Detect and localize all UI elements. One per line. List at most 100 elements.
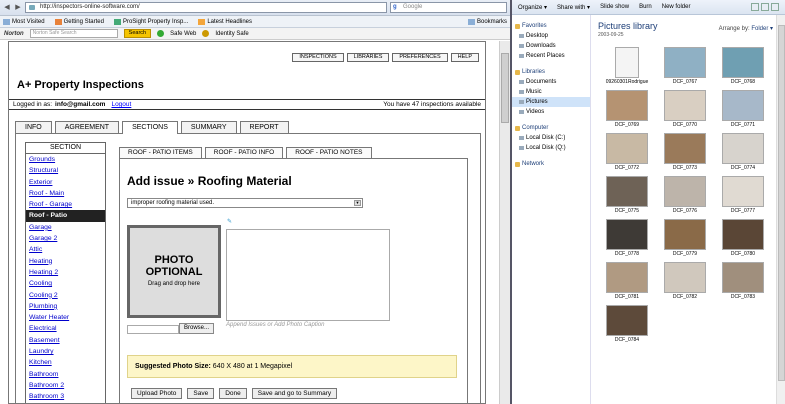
help-icon[interactable] <box>771 3 779 11</box>
tab-agreement[interactable]: AGREEMENT <box>54 121 120 133</box>
arrange-by-dropdown[interactable]: Folder ▾ <box>751 26 773 32</box>
nav-local-disk-q[interactable]: Local Disk (Q:) <box>512 143 590 153</box>
upload-photo-button[interactable]: Upload Photo <box>131 388 183 399</box>
file-path-input[interactable] <box>127 325 179 334</box>
tab-report[interactable]: REPORT <box>239 121 289 133</box>
file-thumbnail[interactable]: DCF_0782 <box>656 262 714 304</box>
save-button[interactable]: Save <box>187 388 215 399</box>
file-thumbnail[interactable]: DCF_0780 <box>714 219 772 261</box>
safe-web-button[interactable]: Safe Web <box>170 31 196 37</box>
sidebar-item-roof-patio[interactable]: Roof - Patio <box>26 210 105 222</box>
tab-summary[interactable]: SUMMARY <box>180 121 237 133</box>
caption-icon[interactable]: ✎ <box>227 219 234 225</box>
tab-roof-patio-items[interactable]: ROOF - PATIO ITEMS <box>119 147 202 158</box>
browse-button[interactable]: Browse... <box>179 323 214 334</box>
explorer-scrollbar[interactable] <box>776 15 785 404</box>
libraries-button[interactable]: LIBRARIES <box>346 53 390 62</box>
sidebar-item-roof-garage[interactable]: Roof - Garage <box>26 199 105 210</box>
nav-pictures[interactable]: Pictures <box>512 97 590 107</box>
file-thumbnail[interactable]: DCF_0768 <box>714 47 772 89</box>
sidebar-item-laundry[interactable]: Laundry <box>26 346 105 357</box>
sidebar-item-cooling[interactable]: Cooling <box>26 278 105 289</box>
bookmark-latest-headlines[interactable]: Latest Headlines <box>198 18 252 25</box>
nav-local-disk-c[interactable]: Local Disk (C:) <box>512 133 590 143</box>
sidebar-item-cooling-2[interactable]: Cooling 2 <box>26 290 105 301</box>
organize-button[interactable]: Organize ▾ <box>518 4 547 11</box>
burn-button[interactable]: Burn <box>639 4 652 10</box>
photo-drop-zone[interactable]: PHOTO OPTIONAL Drag and drop here <box>127 225 221 318</box>
nav-network[interactable]: Network <box>512 159 590 169</box>
tab-sections[interactable]: SECTIONS <box>122 121 178 134</box>
file-thumbnail[interactable]: DCF_0777 <box>714 176 772 218</box>
file-thumbnail[interactable]: DCF_0772 <box>598 133 656 175</box>
tab-info[interactable]: INFO <box>15 121 52 133</box>
sidebar-item-grounds[interactable]: Grounds <box>26 154 105 165</box>
scroll-thumb[interactable] <box>501 53 509 123</box>
sidebar-item-heating[interactable]: Heating <box>26 256 105 267</box>
done-button[interactable]: Done <box>219 388 247 399</box>
sidebar-item-garage-2[interactable]: Garage 2 <box>26 233 105 244</box>
bookmark-getting-started[interactable]: Getting Started <box>54 18 104 25</box>
file-thumbnail[interactable]: DCF_0784 <box>598 305 656 347</box>
scroll-thumb[interactable] <box>778 25 785 381</box>
new-folder-button[interactable]: New folder <box>662 4 691 10</box>
nav-libraries[interactable]: Libraries <box>512 67 590 77</box>
nav-computer[interactable]: Computer <box>512 123 590 133</box>
sidebar-item-bathroom-2[interactable]: Bathroom 2 <box>26 380 105 391</box>
search-input[interactable]: Google <box>390 2 507 13</box>
sidebar-item-structural[interactable]: Structural <box>26 165 105 176</box>
file-thumbnail[interactable]: DCF_0774 <box>714 133 772 175</box>
inspections-button[interactable]: INSPECTIONS <box>292 53 344 62</box>
sidebar-item-electrical[interactable]: Electrical <box>26 323 105 334</box>
logout-link[interactable]: Logout <box>111 100 131 109</box>
sidebar-item-attic[interactable]: Attic <box>26 244 105 255</box>
file-thumbnail[interactable]: DCF_0771 <box>714 90 772 132</box>
tab-roof-patio-info[interactable]: ROOF - PATIO INFO <box>204 147 284 158</box>
file-thumbnail[interactable]: DCF_0778 <box>598 219 656 261</box>
identity-safe-button[interactable]: Identity Safe <box>215 31 248 37</box>
preview-pane-icon[interactable] <box>761 3 769 11</box>
sidebar-item-basement[interactable]: Basement <box>26 335 105 346</box>
back-icon[interactable]: ◀ <box>3 3 11 13</box>
issue-select[interactable]: improper roofing material used. ▼ <box>127 198 363 208</box>
file-thumbnail[interactable]: DCF_0773 <box>656 133 714 175</box>
save-summary-button[interactable]: Save and go to Summary <box>251 388 338 399</box>
norton-search-button[interactable]: Search <box>123 29 152 38</box>
caption-textarea[interactable] <box>226 229 390 321</box>
nav-favorites[interactable]: Favorites <box>512 21 590 31</box>
file-thumbnail[interactable]: DCF_0770 <box>656 90 714 132</box>
views-icon[interactable] <box>751 3 759 11</box>
nav-desktop[interactable]: Desktop <box>512 31 590 41</box>
sidebar-item-water-heater[interactable]: Water Heater <box>26 312 105 323</box>
nav-downloads[interactable]: Downloads <box>512 41 590 51</box>
file-thumbnail[interactable]: DCF_0781 <box>598 262 656 304</box>
bookmarks-menu[interactable]: Bookmarks <box>467 18 507 25</box>
nav-music[interactable]: Music <box>512 87 590 97</box>
file-thumbnail[interactable]: DCF_0776 <box>656 176 714 218</box>
browser-scrollbar[interactable] <box>499 41 510 404</box>
help-button[interactable]: HELP <box>450 53 479 62</box>
preferences-button[interactable]: PREFERENCES <box>392 53 448 62</box>
share-with-button[interactable]: Share with ▾ <box>557 4 590 11</box>
file-thumbnail[interactable]: 09260301Rodrigue <box>598 47 656 89</box>
sidebar-item-bathroom-3[interactable]: Bathroom 3 <box>26 391 105 402</box>
sidebar-item-heating-2[interactable]: Heating 2 <box>26 267 105 278</box>
tab-roof-patio-notes[interactable]: ROOF - PATIO NOTES <box>286 147 372 158</box>
file-thumbnail[interactable]: DCF_0783 <box>714 262 772 304</box>
sidebar-item-kitchen[interactable]: Kitchen <box>26 357 105 368</box>
sidebar-item-exterior[interactable]: Exterior <box>26 177 105 188</box>
sidebar-item-bathroom[interactable]: Bathroom <box>26 369 105 380</box>
slide-show-button[interactable]: Slide show <box>600 4 629 10</box>
sidebar-item-garage[interactable]: Garage <box>26 222 105 233</box>
nav-documents[interactable]: Documents <box>512 77 590 87</box>
bookmark-most-visited[interactable]: Most Visited <box>3 18 45 25</box>
sidebar-item-plumbing[interactable]: Plumbing <box>26 301 105 312</box>
file-thumbnail[interactable]: DCF_0775 <box>598 176 656 218</box>
file-thumbnail[interactable]: DCF_0767 <box>656 47 714 89</box>
norton-search-input[interactable]: Norton Safe Search <box>29 29 118 38</box>
nav-recent-places[interactable]: Recent Places <box>512 51 590 61</box>
file-thumbnail[interactable]: DCF_0779 <box>656 219 714 261</box>
sidebar-item-roof-main[interactable]: Roof - Main <box>26 188 105 199</box>
nav-videos[interactable]: Videos <box>512 107 590 117</box>
forward-icon[interactable]: ▶ <box>14 3 22 13</box>
